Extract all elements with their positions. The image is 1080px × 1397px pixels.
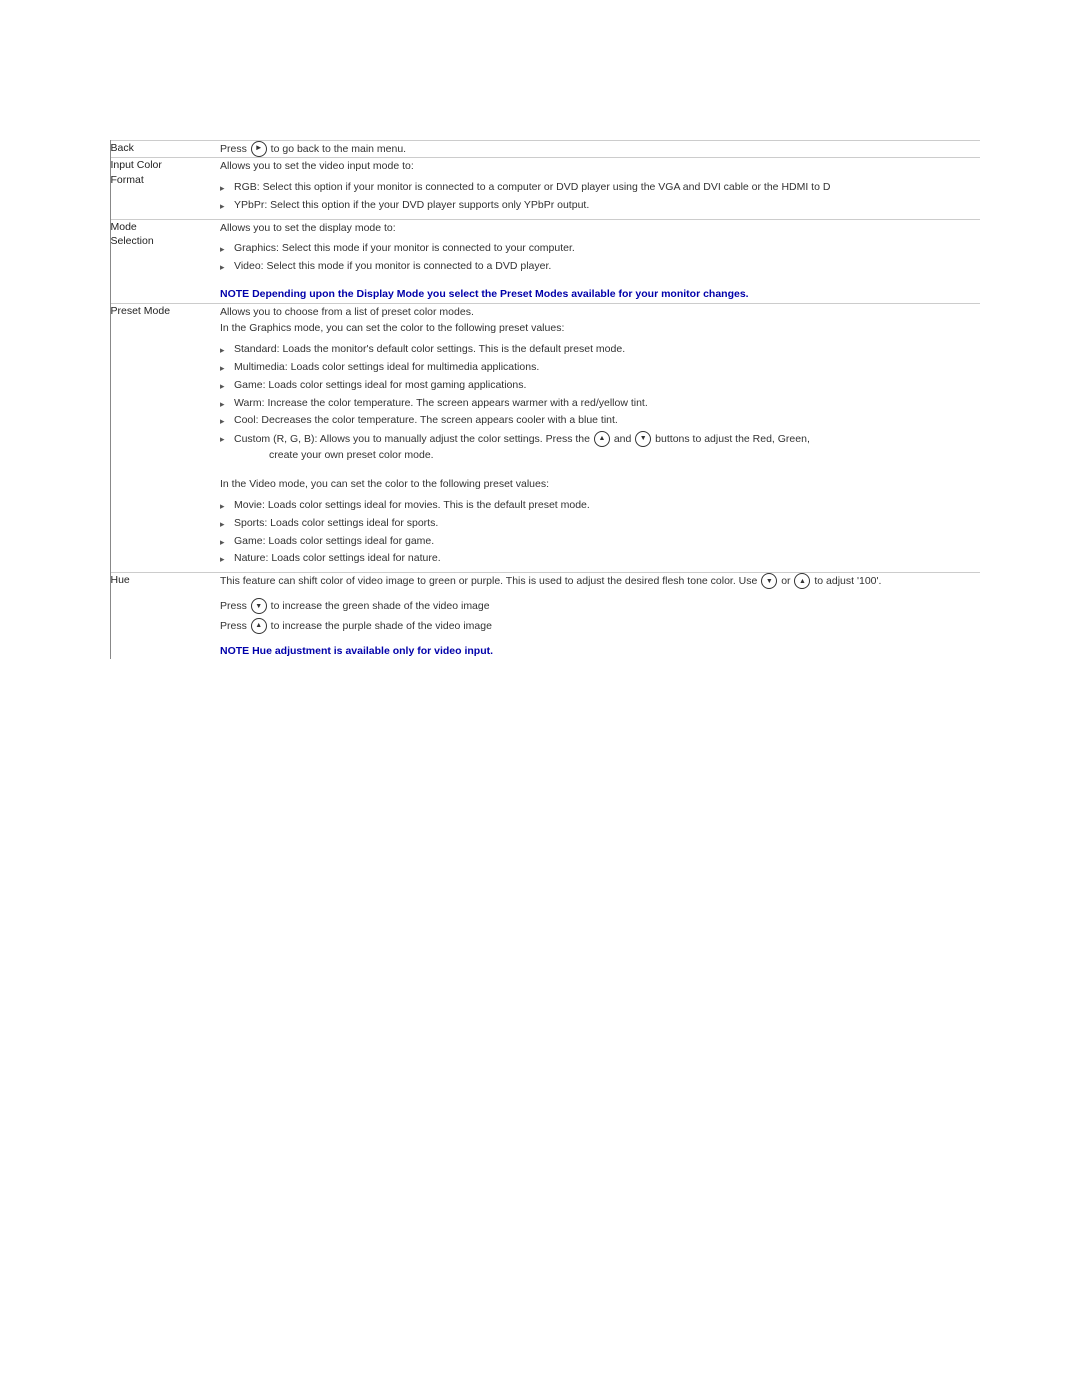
mode-selection-label: ModeSelection [110, 219, 220, 303]
hue-up-icon [794, 573, 810, 589]
line-col [100, 303, 110, 572]
pm-movie: Movie: Loads color settings ideal for mo… [220, 497, 980, 515]
pm-nature: Nature: Loads color settings ideal for n… [220, 550, 980, 568]
hue-content: This feature can shift color of video im… [220, 573, 980, 660]
bottom-spacer-content [110, 659, 980, 739]
line-col [100, 140, 110, 158]
input-color-format-label: Input ColorFormat [110, 158, 220, 219]
hue-press-up-line: Press to increase the purple shade of th… [220, 618, 980, 635]
main-table: Back Press ► to go back to the main menu… [100, 80, 980, 739]
hue-label: Hue [110, 573, 220, 660]
ms-item-video: Video: Select this mode if you monitor i… [220, 258, 980, 276]
mode-selection-row: ModeSelection Allows you to set the disp… [100, 219, 980, 303]
hue-press-down-icon [251, 598, 267, 614]
ms-note: NOTE Depending upon the Display Mode you… [220, 286, 980, 303]
hue-note-label: NOTE [220, 645, 249, 657]
back-icon: ► [251, 141, 267, 157]
input-color-format-row: Input ColorFormat Allows you to set the … [100, 158, 980, 219]
custom-down-icon [635, 431, 651, 447]
line-col [100, 219, 110, 303]
icf-intro: Allows you to set the video input mode t… [220, 158, 980, 175]
back-content: Press ► to go back to the main menu. [220, 140, 980, 158]
pm-game-video: Game: Loads color settings ideal for gam… [220, 533, 980, 551]
pm-graphics-list: Standard: Loads the monitor's default co… [220, 337, 980, 468]
preset-mode-label: Preset Mode [110, 303, 220, 572]
preset-mode-content: Allows you to choose from a list of pres… [220, 303, 980, 572]
line-col-spacer [100, 80, 110, 140]
icf-item-ypbpr: YPbPr: Select this option if the your DV… [220, 197, 980, 215]
icf-item-rgb: RGB: Select this option if your monitor … [220, 179, 980, 197]
back-label: Back [110, 140, 220, 158]
spacer-content [110, 80, 980, 140]
pm-video-list: Movie: Loads color settings ideal for mo… [220, 493, 980, 572]
page-wrapper: Back Press ► to go back to the main menu… [0, 0, 1080, 819]
hue-press-down-line: Press to increase the green shade of the… [220, 598, 980, 615]
preset-mode-row: Preset Mode Allows you to choose from a … [100, 303, 980, 572]
pm-intro1: Allows you to choose from a list of pres… [220, 304, 980, 321]
mode-selection-content: Allows you to set the display mode to: G… [220, 219, 980, 303]
ms-note-text: Depending upon the Display Mode you sele… [249, 288, 748, 300]
pm-custom: Custom (R, G, B): Allows you to manually… [220, 430, 980, 464]
input-color-format-content: Allows you to set the video input mode t… [220, 158, 980, 219]
pm-video-intro: In the Video mode, you can set the color… [220, 476, 980, 493]
pm-sports: Sports: Loads color settings ideal for s… [220, 515, 980, 533]
back-row: Back Press ► to go back to the main menu… [100, 140, 980, 158]
pm-cool: Cool: Decreases the color temperature. T… [220, 412, 980, 430]
ms-intro: Allows you to set the display mode to: [220, 220, 980, 237]
ms-note-label: NOTE [220, 288, 249, 300]
hue-note: NOTE Hue adjustment is available only fo… [220, 643, 980, 660]
pm-multimedia: Multimedia: Loads color settings ideal f… [220, 359, 980, 377]
line-col-bottom [100, 659, 110, 739]
pm-intro2: In the Graphics mode, you can set the co… [220, 320, 980, 337]
custom-up-icon [594, 431, 610, 447]
hue-down-icon [761, 573, 777, 589]
hue-intro: This feature can shift color of video im… [220, 573, 980, 590]
top-spacer-row [100, 80, 980, 140]
pm-game: Game: Loads color settings ideal for mos… [220, 377, 980, 395]
pm-warm: Warm: Increase the color temperature. Th… [220, 395, 980, 413]
hue-row: Hue This feature can shift color of vide… [100, 573, 980, 660]
line-col [100, 573, 110, 660]
bottom-spacer-row [100, 659, 980, 739]
ms-item-graphics: Graphics: Select this mode if your monit… [220, 240, 980, 258]
hue-note-text: Hue adjustment is available only for vid… [249, 645, 493, 657]
pm-standard: Standard: Loads the monitor's default co… [220, 341, 980, 359]
line-col [100, 158, 110, 219]
hue-press-up-icon [251, 618, 267, 634]
ms-list: Graphics: Select this mode if your monit… [220, 236, 980, 280]
icf-list: RGB: Select this option if your monitor … [220, 175, 980, 219]
